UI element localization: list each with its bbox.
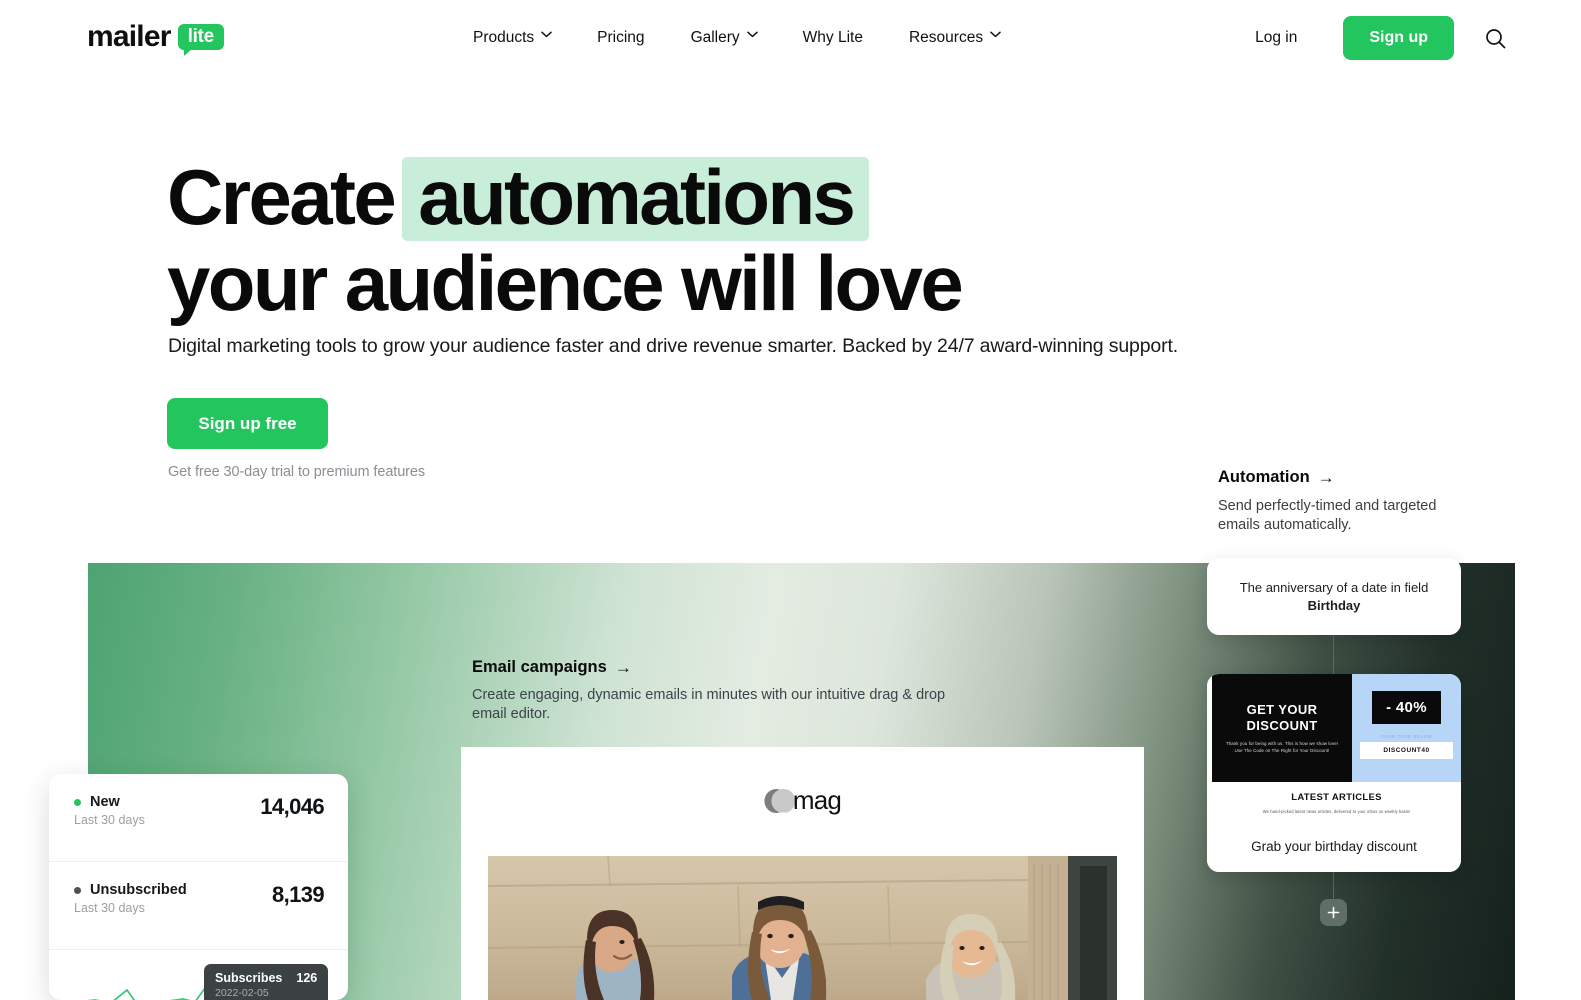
automation-flow: The anniversary of a date in field Birth… (1207, 558, 1467, 926)
plus-icon (1327, 906, 1340, 919)
nav-item-pricing[interactable]: Pricing (597, 29, 644, 47)
discount-code-value: DISCOUNT40 (1360, 742, 1453, 759)
automation-title: Automation (1218, 468, 1310, 486)
latest-articles-subtext: We hand-picked latest news articles, del… (1262, 809, 1411, 814)
status-dot-icon (74, 886, 81, 894)
mag-brand-text: mag (792, 785, 842, 815)
tooltip-date: 2022-02-05 (215, 987, 269, 999)
latest-articles-block: LATEST ARTICLES We hand-picked latest ne… (1212, 782, 1461, 824)
email-hero-photo (488, 856, 1117, 1000)
trigger-field-name: Birthday (1307, 597, 1361, 613)
status-dot-icon (74, 798, 81, 806)
nav-label-products: Products (473, 29, 535, 46)
stat-value-unsubscribed: 8,139 (271, 882, 325, 907)
discount-code-label: YOUR CODE BELOW (1380, 734, 1433, 739)
nav-item-gallery[interactable]: Gallery (690, 29, 758, 47)
trigger-text-prefix: The anniversary of a date in field (1239, 579, 1429, 595)
automation-trigger-card[interactable]: The anniversary of a date in field Birth… (1207, 558, 1461, 635)
automation-description: Send perfectly-timed and targeted emails… (1218, 498, 1437, 533)
email-step-label-wrap: Grab your birthday discount (1207, 824, 1461, 872)
stat-row-unsubscribed: Unsubscribed Last 30 days 8,139 (49, 862, 348, 950)
nav-item-products[interactable]: Products (473, 29, 552, 47)
discount-percent-badge: - 40% (1372, 691, 1441, 724)
logo-badge-lite: lite (177, 23, 224, 57)
tooltip-value: 126 (296, 971, 318, 985)
mag-brand-logo: mag (763, 785, 842, 816)
nav-label-pricing: Pricing (597, 29, 645, 46)
discount-headline: GET YOUR DISCOUNT (1246, 702, 1318, 734)
signup-free-button[interactable]: Sign up free (167, 398, 328, 449)
logo-text-mailer: mailer (87, 20, 171, 53)
signup-button[interactable]: Sign up (1343, 16, 1454, 60)
nav-item-why-lite[interactable]: Why Lite (803, 29, 863, 47)
headline-line-1: Create automations (167, 155, 961, 241)
arrow-right-icon: → (1317, 468, 1335, 487)
discount-code-block: - 40% YOUR CODE BELOW DISCOUNT40 (1352, 674, 1461, 782)
email-campaigns-description: Create engaging, dynamic emails in minut… (472, 687, 946, 722)
hero-subheadline: Digital marketing tools to grow your aud… (168, 335, 1178, 357)
email-preview-card: mag (461, 747, 1144, 1000)
trial-note: Get free 30-day trial to premium feature… (168, 464, 426, 480)
stat-name-unsubscribed: Unsubscribed (90, 882, 187, 898)
chevron-down-icon (746, 31, 758, 41)
email-thumbnail: GET YOUR DISCOUNT Thank you for being wi… (1207, 674, 1461, 824)
automation-link[interactable]: Automation → (1218, 468, 1468, 487)
subscribers-stats-card: New Last 30 days 14,046 Unsubscribed Las… (49, 774, 348, 1000)
sparkline-tooltip: Subscribes 126 2022-02-05 (204, 964, 329, 1000)
stat-row-new: New Last 30 days 14,046 (49, 774, 348, 862)
stat-value-new: 14,046 (260, 794, 324, 819)
headline-line-2: your audience will love (167, 239, 964, 327)
tooltip-label: Subscribes (215, 971, 283, 985)
main-navigation: Products Pricing Gallery Why Lite Resour… (473, 0, 1001, 76)
discount-body-text: Thank you for being with us. This is how… (1225, 741, 1339, 753)
trigger-text: The anniversary of a date in field Birth… (1237, 579, 1431, 615)
email-step-label: Grab your birthday discount (1251, 839, 1417, 854)
eclipse-circles-icon (763, 788, 795, 813)
stat-name-new: New (90, 794, 120, 810)
automation-email-step-card[interactable]: GET YOUR DISCOUNT Thank you for being wi… (1207, 674, 1461, 872)
search-icon[interactable] (1484, 27, 1506, 49)
subscribers-sparkline-chart: Subscribes 126 2022-02-05 (49, 950, 348, 1000)
header-actions: Log in Sign up (1255, 0, 1506, 76)
nav-label-gallery: Gallery (690, 29, 740, 46)
chevron-down-icon (990, 31, 1001, 41)
headline-create: Create (167, 153, 397, 241)
headline-highlight-automations: automations (402, 157, 870, 241)
chevron-down-icon (541, 31, 552, 41)
site-header: mailer lite Products Pricing Gallery Why… (0, 0, 1581, 76)
automation-callout: Automation → Send perfectly-timed and ta… (1218, 468, 1468, 535)
nav-item-resources[interactable]: Resources (908, 29, 1001, 47)
email-campaigns-callout: Email campaigns → Create engaging, dynam… (472, 658, 972, 724)
latest-articles-heading: LATEST ARTICLES (1291, 792, 1382, 803)
login-link[interactable]: Log in (1255, 29, 1297, 47)
email-campaigns-title: Email campaigns (472, 658, 607, 676)
page-title: Create automations your audience will lov… (167, 155, 964, 327)
nav-label-resources: Resources (908, 29, 984, 46)
email-campaigns-link[interactable]: Email campaigns → (472, 658, 972, 677)
discount-hero-block: GET YOUR DISCOUNT Thank you for being wi… (1212, 674, 1352, 782)
mailerlite-logo[interactable]: mailer lite (87, 20, 224, 57)
arrow-right-icon: → (614, 658, 632, 677)
nav-label-why-lite: Why Lite (802, 29, 863, 46)
add-step-button[interactable] (1320, 899, 1347, 926)
